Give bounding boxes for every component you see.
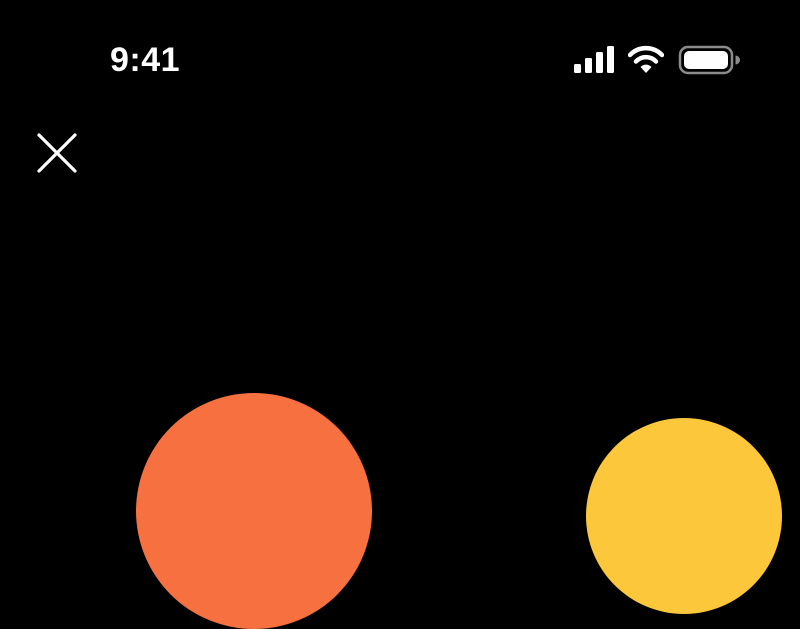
- cellular-signal-icon: [574, 46, 614, 73]
- yellow-circle: [586, 418, 782, 614]
- close-button[interactable]: [30, 126, 86, 182]
- status-time: 9:41: [110, 41, 181, 79]
- close-icon: [37, 133, 77, 173]
- status-icons: [574, 44, 740, 76]
- status-bar: 9:41: [0, 0, 800, 110]
- orange-circle: [136, 393, 372, 629]
- wifi-icon: [628, 45, 664, 73]
- battery-icon: [678, 45, 740, 75]
